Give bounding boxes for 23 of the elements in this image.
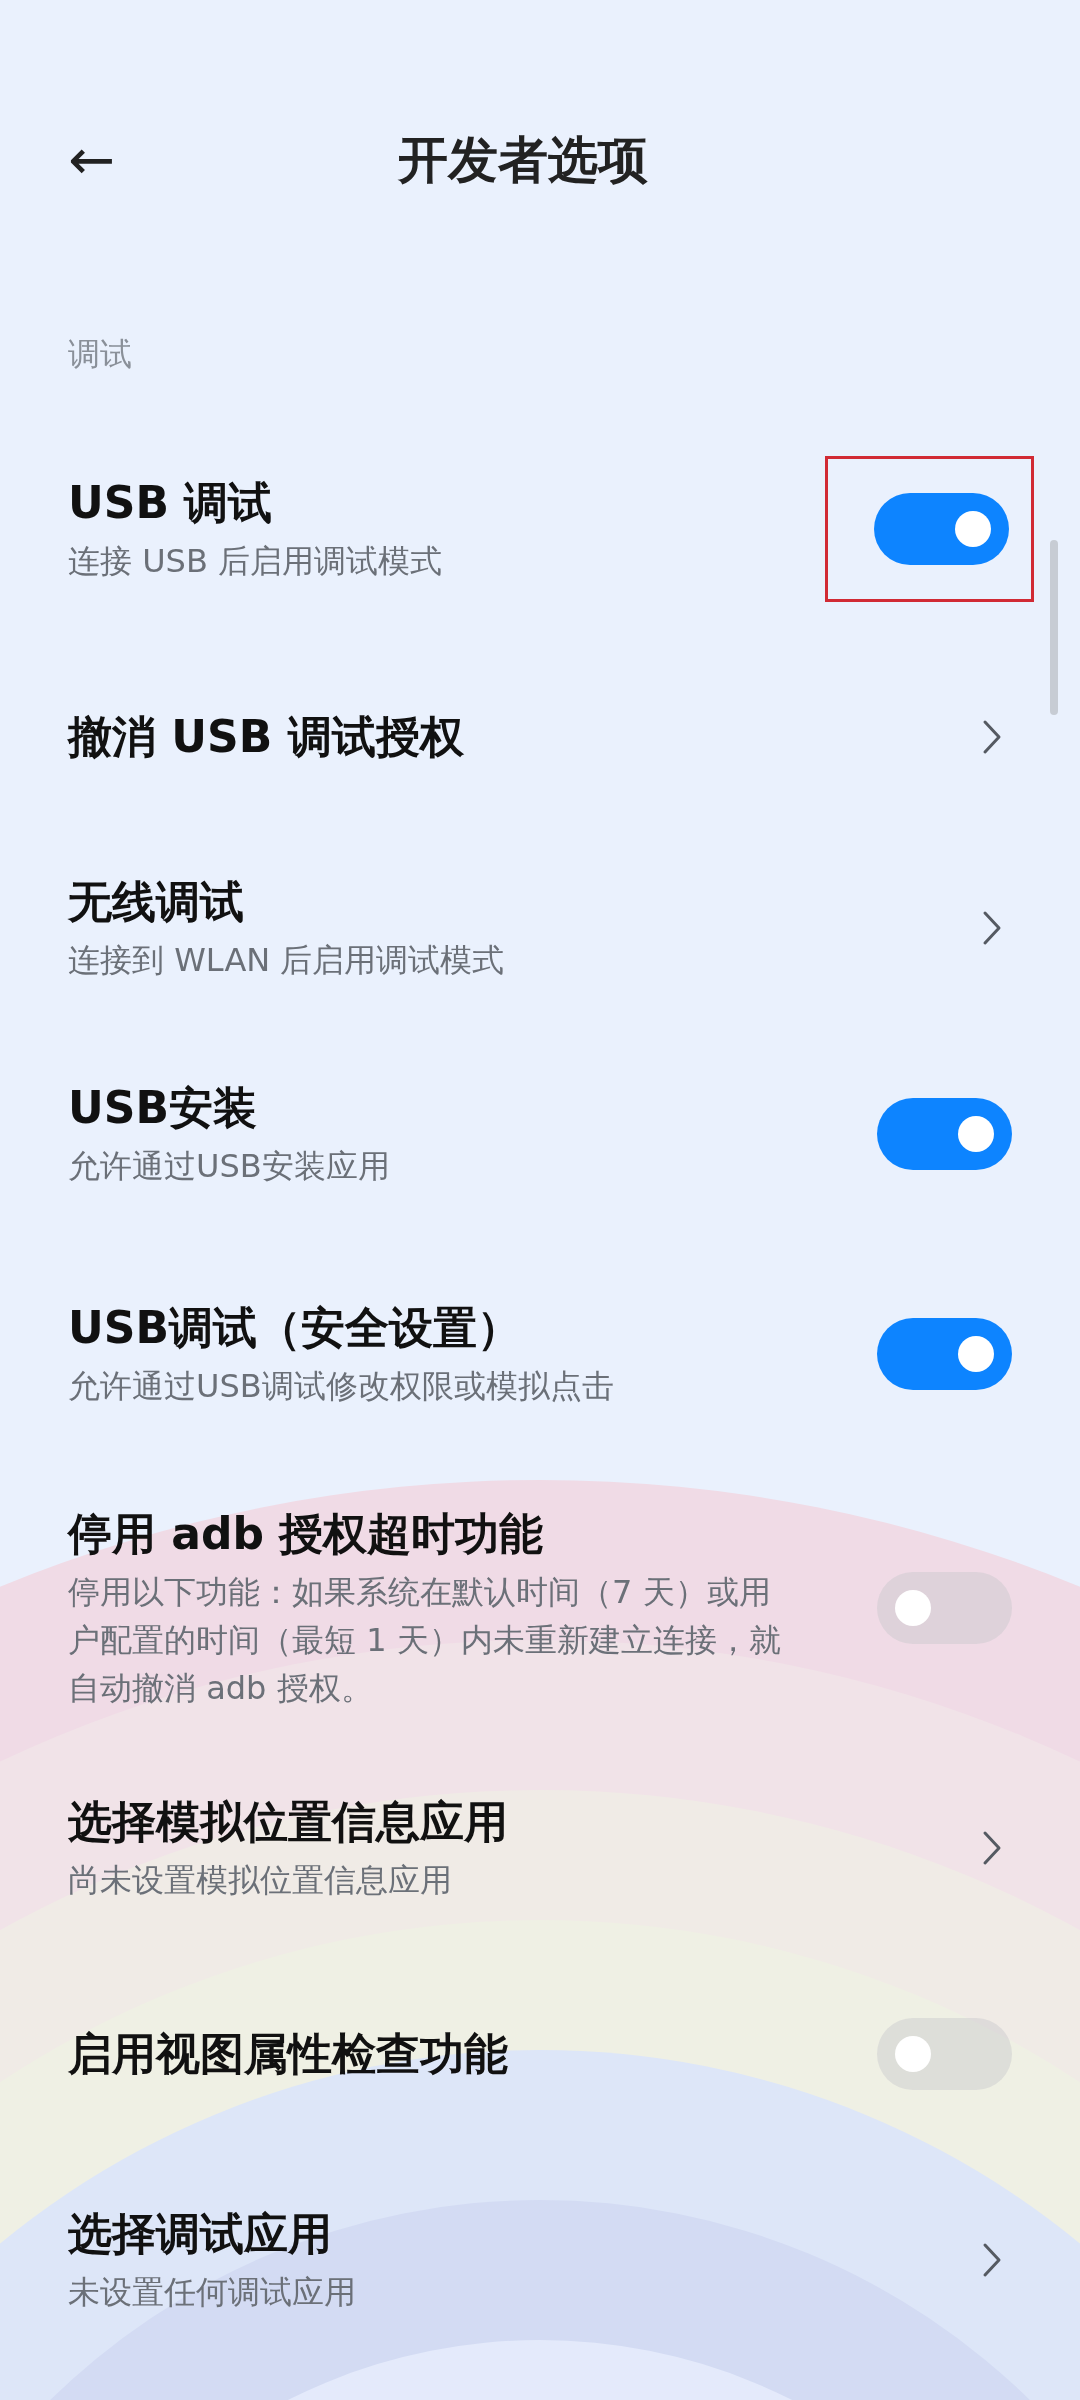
page-title: 开发者选项 <box>398 129 648 191</box>
setting-title[interactable]: 选择模拟位置信息应用 <box>68 1792 782 1852</box>
setting-description: 允许通过USB安装应用 <box>68 1146 391 1187</box>
setting-description: 连接到 WLAN 后启用调试模式 <box>68 940 506 981</box>
chevron-right-icon <box>982 1830 1002 1866</box>
setting-description: 未设置任何调试应用 <box>68 2272 357 2313</box>
setting-title[interactable]: 撤消 USB 调试授权 <box>68 707 782 767</box>
setting-description: 尚未设置模拟位置信息应用 <box>68 1860 453 1901</box>
chevron-right-icon <box>982 910 1002 946</box>
setting-title[interactable]: 停用 adb 授权超时功能 <box>68 1504 782 1564</box>
setting-title[interactable]: USB 调试 <box>68 473 782 533</box>
setting-title[interactable]: USB安装 <box>68 1078 782 1138</box>
setting-description: 连接 USB 后启用调试模式 <box>68 541 444 582</box>
setting-title[interactable]: USB调试（安全设置） <box>68 1298 782 1358</box>
setting-description: 停用以下功能：如果系统在默认时间（7 天）或用户配置的时间（最短 1 天）内未重新建立连接，就自动撤消 adb 授权。 <box>68 1572 782 1709</box>
chevron-right-icon <box>982 719 1002 755</box>
setting-title[interactable]: 启用视图属性检查功能 <box>68 2024 782 2084</box>
back-button[interactable]: ← <box>68 130 398 190</box>
setting-title[interactable]: 无线调试 <box>68 872 782 932</box>
chevron-right-icon <box>982 2242 1002 2278</box>
setting-description: 允许通过USB调试修改权限或模拟点击 <box>68 1366 615 1407</box>
setting-title[interactable]: 选择调试应用 <box>68 2204 782 2264</box>
section-label: 调试 <box>68 334 133 375</box>
